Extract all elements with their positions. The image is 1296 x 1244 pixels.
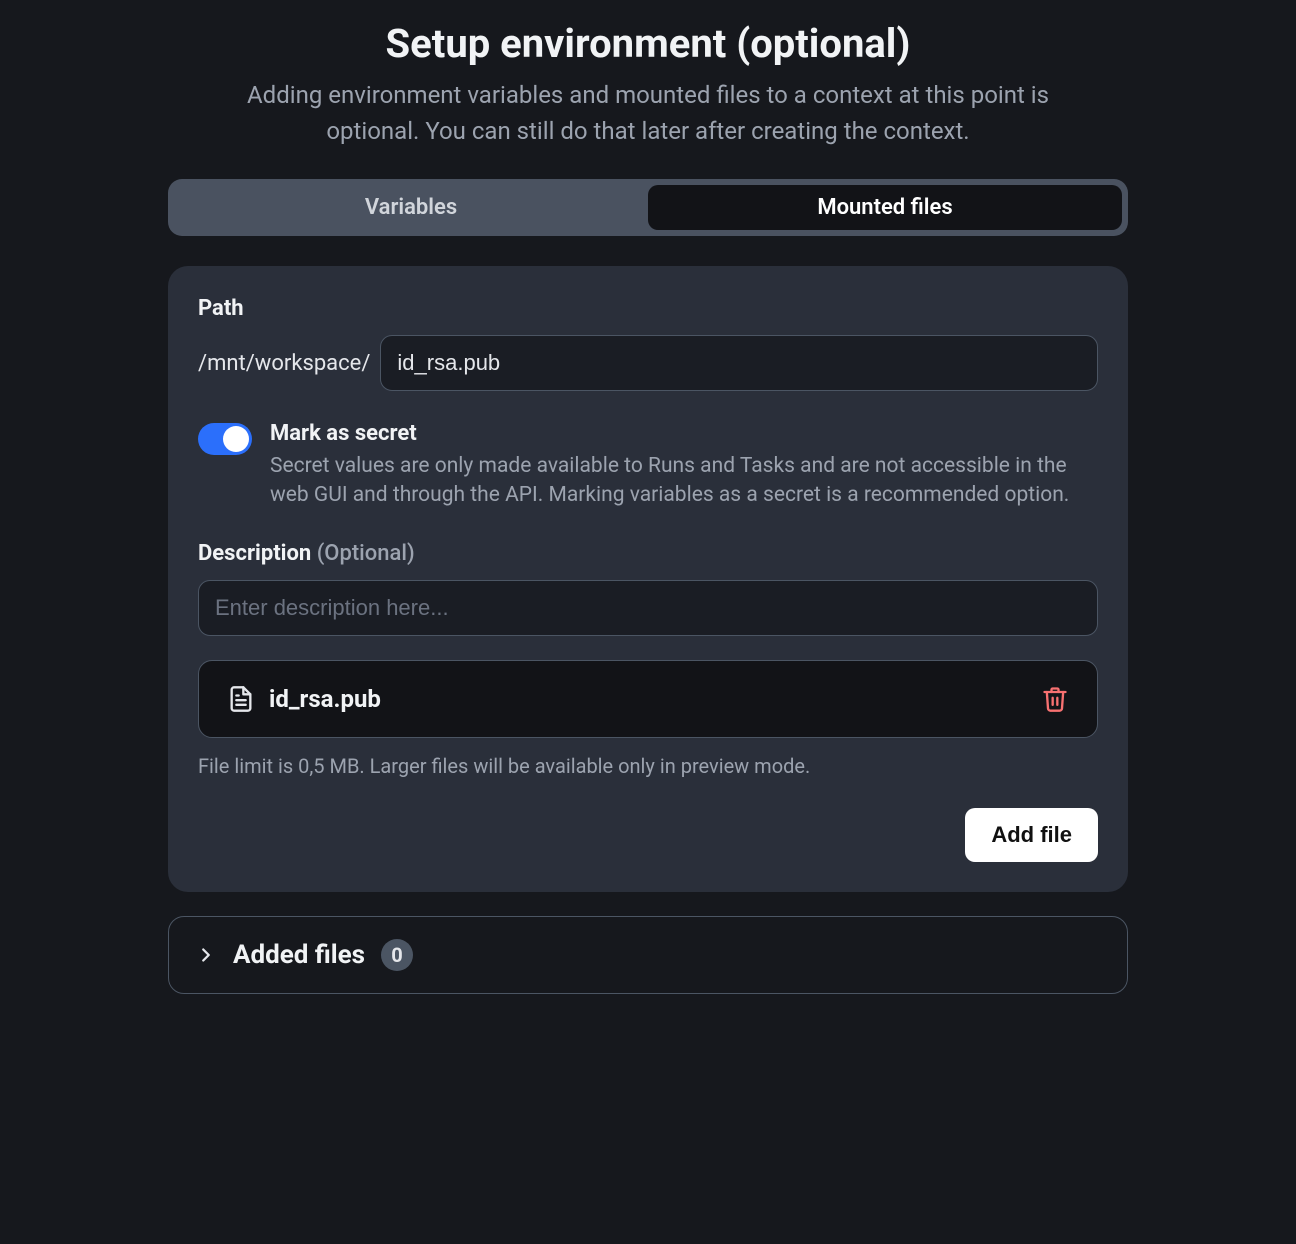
description-input[interactable]	[198, 580, 1098, 636]
tab-mounted-files[interactable]: Mounted files	[648, 185, 1122, 230]
path-input[interactable]	[380, 335, 1098, 391]
tabs-container: Variables Mounted files	[168, 179, 1128, 236]
secret-toggle-content: Mark as secret Secret values are only ma…	[270, 421, 1098, 511]
chevron-right-icon	[195, 944, 217, 966]
add-file-row: Add file	[198, 808, 1098, 862]
description-label-text: Description	[198, 541, 311, 566]
description-optional-text: (Optional)	[317, 541, 415, 566]
secret-toggle-label: Mark as secret	[270, 421, 1098, 446]
added-files-section[interactable]: Added files 0	[168, 916, 1128, 994]
toggle-thumb	[223, 426, 249, 452]
description-label: Description (Optional)	[198, 541, 1098, 566]
page-title: Setup environment (optional)	[168, 20, 1128, 67]
file-limit-text: File limit is 0,5 MB. Larger files will …	[198, 754, 1098, 778]
file-icon	[227, 685, 255, 713]
added-files-count-badge: 0	[381, 939, 413, 971]
tab-variables[interactable]: Variables	[174, 185, 648, 230]
file-name: id_rsa.pub	[269, 685, 381, 713]
file-card-left: id_rsa.pub	[227, 685, 381, 713]
add-file-button[interactable]: Add file	[965, 808, 1098, 862]
secret-toggle-description: Secret values are only made available to…	[270, 452, 1098, 511]
path-row: /mnt/workspace/	[198, 335, 1098, 391]
file-card: id_rsa.pub	[198, 660, 1098, 738]
secret-toggle-row: Mark as secret Secret values are only ma…	[198, 421, 1098, 511]
trash-icon[interactable]	[1041, 685, 1069, 713]
path-prefix: /mnt/workspace/	[198, 351, 370, 376]
mounted-file-form: Path /mnt/workspace/ Mark as secret Secr…	[168, 266, 1128, 892]
secret-toggle[interactable]	[198, 423, 252, 455]
added-files-label: Added files	[233, 940, 365, 970]
page-subtitle: Adding environment variables and mounted…	[198, 77, 1098, 149]
path-label: Path	[198, 296, 1098, 321]
